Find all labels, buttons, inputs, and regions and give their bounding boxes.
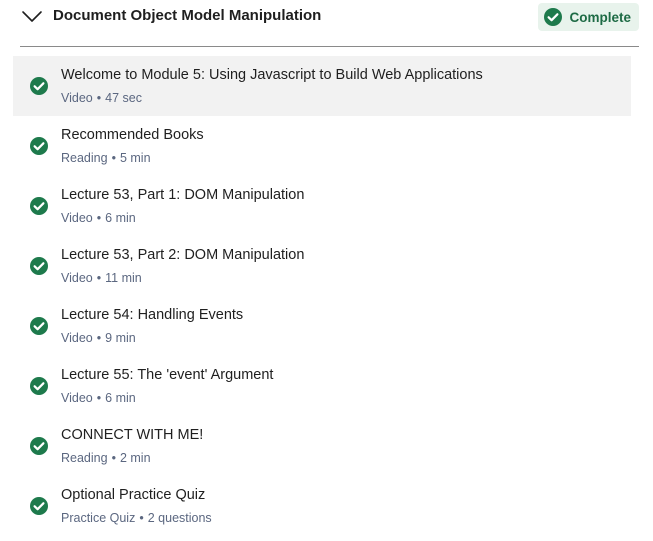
chevron-down-icon[interactable] [20,4,44,28]
item-duration: 6 min [105,391,136,405]
module-item[interactable]: Recommended Books Reading • 5 min [13,116,631,176]
item-duration: 9 min [105,331,136,345]
check-circle-icon [30,77,48,95]
module-item-list: Welcome to Module 5: Using Javascript to… [13,56,631,536]
item-duration: 5 min [119,151,151,165]
module-item[interactable]: Lecture 53, Part 1: DOM Manipulation Vid… [13,176,631,236]
item-duration: 11 min [105,271,142,285]
item-title[interactable]: Lecture 53, Part 2: DOM Manipulation [61,247,304,263]
separator-dot: • [139,511,144,525]
item-type: Reading [61,451,108,465]
item-duration: 2 min [119,451,151,465]
module-section: Document Object Model Manipulation Compl… [0,0,653,541]
module-item[interactable]: CONNECT WITH ME! Reading • 2 min [13,416,631,476]
item-duration: 6 min [105,211,136,225]
status-badge-label: Complete [569,9,631,25]
item-type: Video [61,331,93,345]
module-header[interactable]: Document Object Model Manipulation Compl… [20,0,639,47]
check-circle-icon [30,257,48,275]
check-circle-icon [544,8,563,26]
item-type: Video [61,391,93,405]
item-type: Video [61,211,93,225]
item-title[interactable]: CONNECT WITH ME! [61,427,203,443]
item-meta: Reading • 5 min [61,151,151,165]
item-duration: 2 questions [147,511,212,525]
item-duration: 47 sec [105,91,142,105]
item-type: Video [61,271,93,285]
item-title[interactable]: Recommended Books [61,127,204,143]
item-title[interactable]: Welcome to Module 5: Using Javascript to… [61,67,483,83]
separator-dot: • [96,331,102,345]
separator-dot: • [96,91,102,105]
check-circle-icon [30,197,48,215]
module-item[interactable]: Lecture 54: Handling Events Video • 9 min [13,296,631,356]
check-circle-icon [30,497,48,515]
item-title[interactable]: Optional Practice Quiz [61,487,205,503]
item-meta: Video • 47 sec [61,91,142,105]
item-type: Video [61,91,93,105]
check-circle-icon [30,137,48,155]
separator-dot: • [96,391,102,405]
separator-dot: • [111,451,116,465]
module-title: Document Object Model Manipulation [53,7,322,24]
item-title[interactable]: Lecture 55: The 'event' Argument [61,367,273,383]
separator-dot: • [96,271,102,285]
item-type: Practice Quiz [61,511,136,525]
separator-dot: • [96,211,102,225]
module-item[interactable]: Optional Practice Quiz Practice Quiz • 2 q… [13,476,631,536]
item-meta: Reading • 2 min [61,451,151,465]
separator-dot: • [111,151,116,165]
module-item[interactable]: Lecture 55: The 'event' Argument Video • 6… [13,356,631,416]
item-title[interactable]: Lecture 54: Handling Events [61,307,243,323]
module-item[interactable]: Welcome to Module 5: Using Javascript to… [13,56,631,116]
module-item[interactable]: Lecture 53, Part 2: DOM Manipulation Vid… [13,236,631,296]
item-type: Reading [61,151,108,165]
item-title[interactable]: Lecture 53, Part 1: DOM Manipulation [61,187,304,203]
item-meta: Video • 11 min [61,271,142,285]
item-meta: Practice Quiz • 2 questions [61,511,212,525]
check-circle-icon [30,377,48,395]
item-meta: Video • 9 min [61,331,136,345]
item-meta: Video • 6 min [61,391,136,405]
check-circle-icon [30,437,48,455]
check-circle-icon [30,317,48,335]
item-meta: Video • 6 min [61,211,136,225]
status-badge: Complete [538,3,639,31]
